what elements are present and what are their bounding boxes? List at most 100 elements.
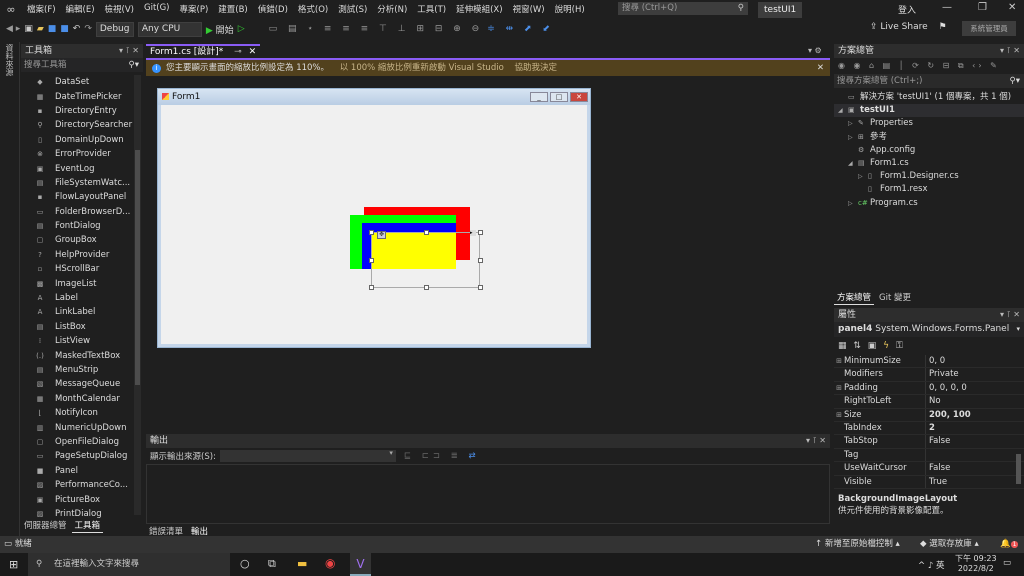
expand-arrow-icon[interactable]: ◢ bbox=[848, 157, 858, 170]
help-decide-link[interactable]: 協助我決定 bbox=[514, 63, 557, 73]
property-value[interactable]: 2 bbox=[926, 422, 935, 434]
add-source-control-button[interactable]: ↑ 新增至原始檔控制 ▴ bbox=[815, 536, 900, 553]
toolbox-item[interactable]: ? HelpProvider bbox=[21, 248, 143, 262]
toolbox-item[interactable]: ▧ MessageQueue bbox=[21, 377, 143, 391]
back-icon[interactable]: ◀ ▸ bbox=[6, 24, 20, 34]
windows-start-icon[interactable]: ⊞ bbox=[9, 558, 18, 571]
tree-item[interactable]: ◢ ▣ testUI1 bbox=[834, 104, 1024, 118]
clock[interactable]: 下午 09:23 2022/8/2 bbox=[955, 554, 997, 574]
panel-controls-icon[interactable]: ▾ ⊺ ✕ bbox=[806, 434, 826, 448]
new-project-icon[interactable]: ▣ bbox=[24, 24, 33, 34]
expand-icon[interactable]: ⊞ bbox=[834, 409, 844, 421]
property-value[interactable]: False bbox=[926, 435, 950, 447]
chrome-icon[interactable]: ◉ bbox=[325, 556, 335, 570]
menu-item[interactable]: 檢視(V) bbox=[100, 3, 139, 15]
panel-controls-icon[interactable]: ▾ ⊺ ✕ bbox=[1000, 44, 1020, 58]
tree-item[interactable]: ▯ Form1.resx bbox=[834, 183, 1024, 196]
tab-1[interactable]: 工具箱 bbox=[71, 518, 104, 533]
open-icon[interactable]: ▰ bbox=[37, 24, 44, 34]
cortana-icon[interactable]: ○ bbox=[240, 557, 250, 570]
redo-icon[interactable]: ↷ bbox=[84, 24, 92, 34]
tree-item[interactable]: ▭ 解決方案 'testUI1' (1 個專案，共 1 個) bbox=[834, 91, 1024, 104]
toolbox-item[interactable]: ▩ ImageList bbox=[21, 276, 143, 290]
menu-item[interactable]: Git(G) bbox=[139, 3, 175, 15]
toolbox-item[interactable]: ▨ PerformanceCo... bbox=[21, 478, 143, 492]
resize-handle[interactable] bbox=[478, 230, 483, 235]
toolbox-item[interactable]: ▫ HScrollBar bbox=[21, 262, 143, 276]
property-row[interactable]: ⊞ Size 200, 100 bbox=[834, 408, 1024, 422]
expand-icon[interactable]: ⊞ bbox=[834, 382, 844, 394]
toolbox-item[interactable]: (.) MaskedTextBox bbox=[21, 348, 143, 362]
property-row[interactable]: Tag bbox=[834, 448, 1024, 463]
start-button[interactable]: ▶ 開始 bbox=[206, 23, 234, 36]
resize-handle[interactable] bbox=[369, 230, 374, 235]
expand-icon[interactable]: ⊞ bbox=[834, 355, 844, 367]
expand-arrow-icon[interactable]: ▷ bbox=[848, 197, 858, 210]
tab-0[interactable]: 方案總管 bbox=[834, 290, 875, 305]
menu-item[interactable]: 偵錯(D) bbox=[253, 3, 293, 15]
ime-indicator[interactable]: 英 bbox=[936, 561, 945, 571]
close-icon[interactable]: ✕ bbox=[1008, 2, 1016, 13]
toolbox-item[interactable]: ▢ OpenFileDialog bbox=[21, 435, 143, 449]
notifications-bell-icon[interactable]: 🔔 1 bbox=[1000, 536, 1019, 553]
menu-item[interactable]: 分析(N) bbox=[372, 3, 412, 15]
output-text-area[interactable] bbox=[146, 464, 830, 524]
tab-form1-designer[interactable]: Form1.cs [設計]* ⊸ ✕ bbox=[146, 44, 261, 58]
tree-item[interactable]: ◢ ▤ Form1.cs bbox=[834, 157, 1024, 170]
menu-item[interactable]: 說明(H) bbox=[550, 3, 590, 15]
restart-link[interactable]: 以 100% 縮放比例重新啟動 Visual Studio bbox=[340, 63, 504, 73]
expand-arrow-icon[interactable]: ▷ bbox=[848, 117, 858, 130]
task-view-icon[interactable]: ⧉ bbox=[268, 557, 276, 571]
tree-item[interactable]: ▷ ⊞ 參考 bbox=[834, 131, 1024, 144]
menu-item[interactable]: 延伸模組(X) bbox=[451, 3, 507, 15]
toolbox-item[interactable]: ▣ PictureBox bbox=[21, 492, 143, 506]
property-row[interactable]: TabIndex 2 bbox=[834, 421, 1024, 436]
format-icons[interactable]: ≑ ⇹ ⬈ ⬋ bbox=[487, 24, 554, 34]
menu-item[interactable]: 測試(S) bbox=[333, 3, 372, 15]
toolbox-item[interactable]: ▦ DateTimePicker bbox=[21, 89, 143, 103]
solution-search-input[interactable]: 搜尋方案總管 (Ctrl+;) ⚲▾ bbox=[834, 74, 1024, 88]
taskbar-search-input[interactable]: ⚲ 在這裡輸入文字來搜尋 bbox=[28, 553, 230, 576]
property-row[interactable]: TabStop False bbox=[834, 435, 1024, 449]
toolbox-item[interactable]: ◆ DataSet bbox=[21, 75, 143, 89]
save-all-icon[interactable]: ■ bbox=[60, 24, 69, 34]
toolbox-item[interactable]: A Label bbox=[21, 291, 143, 305]
toolbox-item[interactable]: ▥ NumericUpDown bbox=[21, 420, 143, 434]
close-tab-icon[interactable]: ✕ bbox=[249, 47, 257, 57]
resize-handle[interactable] bbox=[369, 285, 374, 290]
resize-handle[interactable] bbox=[369, 258, 374, 263]
tab-0[interactable]: 伺服器總管 bbox=[21, 518, 70, 533]
property-row[interactable]: Visible True bbox=[834, 475, 1024, 489]
property-value[interactable]: 200, 100 bbox=[926, 409, 971, 421]
data-sources-strip[interactable]: 資料來源 bbox=[0, 42, 20, 536]
minimize-icon[interactable]: — bbox=[942, 2, 952, 13]
toolbox-item[interactable]: ▪ FlowLayoutPanel bbox=[21, 190, 143, 204]
toolbox-item[interactable]: ⊗ ErrorProvider bbox=[21, 147, 143, 161]
resize-handle[interactable] bbox=[478, 285, 483, 290]
toolbox-item[interactable]: ■ Panel bbox=[21, 464, 143, 478]
toolbox-item[interactable]: ⁞ ListView bbox=[21, 334, 143, 348]
save-icon[interactable]: ■ bbox=[48, 24, 57, 34]
resize-handle[interactable] bbox=[424, 285, 429, 290]
tab-options-icon[interactable]: ▾ ⚙ bbox=[808, 46, 822, 55]
menu-item[interactable]: 工具(T) bbox=[412, 3, 451, 15]
smart-tag-icon[interactable]: ▸ bbox=[470, 230, 476, 236]
toolbox-item[interactable]: ▦ MonthCalendar bbox=[21, 392, 143, 406]
toolbox-item[interactable]: A LinkLabel bbox=[21, 305, 143, 319]
toolbox-item[interactable]: ▭ PageSetupDialog bbox=[21, 449, 143, 463]
toolbox-item[interactable]: ▯ DomainUpDown bbox=[21, 133, 143, 147]
sign-in-button[interactable]: 登入 bbox=[898, 3, 916, 16]
panel-controls-icon[interactable]: ▾ ⊺ ✕ bbox=[1000, 308, 1020, 322]
properties-scrollbar[interactable] bbox=[1016, 366, 1022, 492]
property-row[interactable]: ⊞ Padding 0, 0, 0, 0 bbox=[834, 381, 1024, 396]
properties-toolbar-icons[interactable]: ▦ ⇅ ▣ ϟ ⚿ bbox=[834, 337, 1024, 355]
property-value[interactable]: True bbox=[926, 476, 947, 488]
property-row[interactable]: RightToLeft No bbox=[834, 395, 1024, 409]
toolbox-item[interactable]: ▪ DirectoryEntry bbox=[21, 104, 143, 118]
feedback-icon[interactable]: ⚑ bbox=[939, 22, 947, 32]
menu-item[interactable]: 格式(O) bbox=[293, 3, 333, 15]
property-row[interactable]: Modifiers Private bbox=[834, 368, 1024, 382]
file-explorer-icon[interactable]: ▬ bbox=[297, 557, 307, 570]
data-sources-tab[interactable]: 資料來源 bbox=[4, 44, 15, 76]
tree-item[interactable]: ▷ ▯ Form1.Designer.cs bbox=[834, 170, 1024, 183]
